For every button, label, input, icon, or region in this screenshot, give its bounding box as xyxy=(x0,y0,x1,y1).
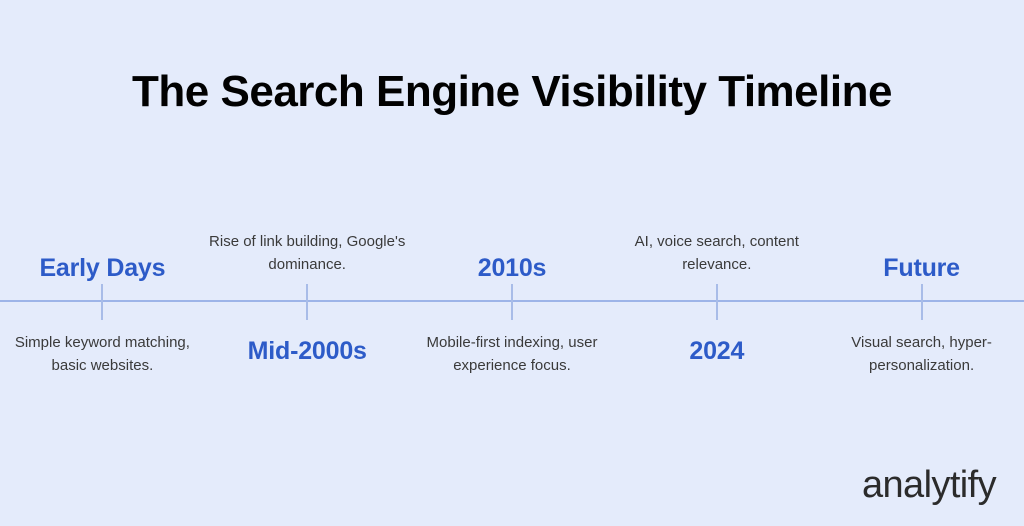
timeline-tick xyxy=(101,284,104,320)
timeline-item-description: AI, voice search, content relevance. xyxy=(634,233,799,273)
page-title: The Search Engine Visibility Timeline xyxy=(132,67,892,116)
timeline-slot-above: Rise of link building, Google's dominanc… xyxy=(207,231,407,280)
timeline-slot-above: 2010s xyxy=(412,253,612,282)
timeline-slot-below: 2024 xyxy=(617,334,817,367)
timeline-tick xyxy=(511,284,513,320)
timeline-slot-below: Simple keyword matching, basic websites. xyxy=(2,334,202,377)
timeline-slot-above: Early Days xyxy=(2,253,202,282)
infographic-canvas: The Search Engine Visibility Timeline Ea… xyxy=(0,0,1024,526)
timeline-item-label: Mid-2000s xyxy=(247,337,367,365)
timeline-item-label: 2010s xyxy=(477,253,547,282)
timeline-slot-below: Mid-2000s xyxy=(207,334,407,367)
timeline-item-description: Visual search, hyper-personalization. xyxy=(851,334,992,374)
timeline-tick xyxy=(306,284,309,320)
timeline-slot-above: Future xyxy=(822,253,1022,282)
timeline-item-description: Mobile-first indexing, user experience f… xyxy=(426,334,598,374)
timeline-item-label: Future xyxy=(883,253,960,282)
timeline-slot-below: Visual search, hyper-personalization. xyxy=(822,334,1022,377)
analytify-logo: analytify xyxy=(861,464,997,506)
timeline-item-label: 2024 xyxy=(689,337,745,365)
timeline-item-description: Simple keyword matching, basic websites. xyxy=(14,334,190,374)
timeline-tick xyxy=(715,284,718,320)
timeline-tick xyxy=(920,284,923,320)
timeline-slot-below: Mobile-first indexing, user experience f… xyxy=(412,334,612,377)
timeline-slot-above: AI, voice search, content relevance. xyxy=(617,231,817,280)
timeline-item-description: Rise of link building, Google's dominanc… xyxy=(209,233,406,273)
timeline-item-label: Early Days xyxy=(39,253,166,282)
